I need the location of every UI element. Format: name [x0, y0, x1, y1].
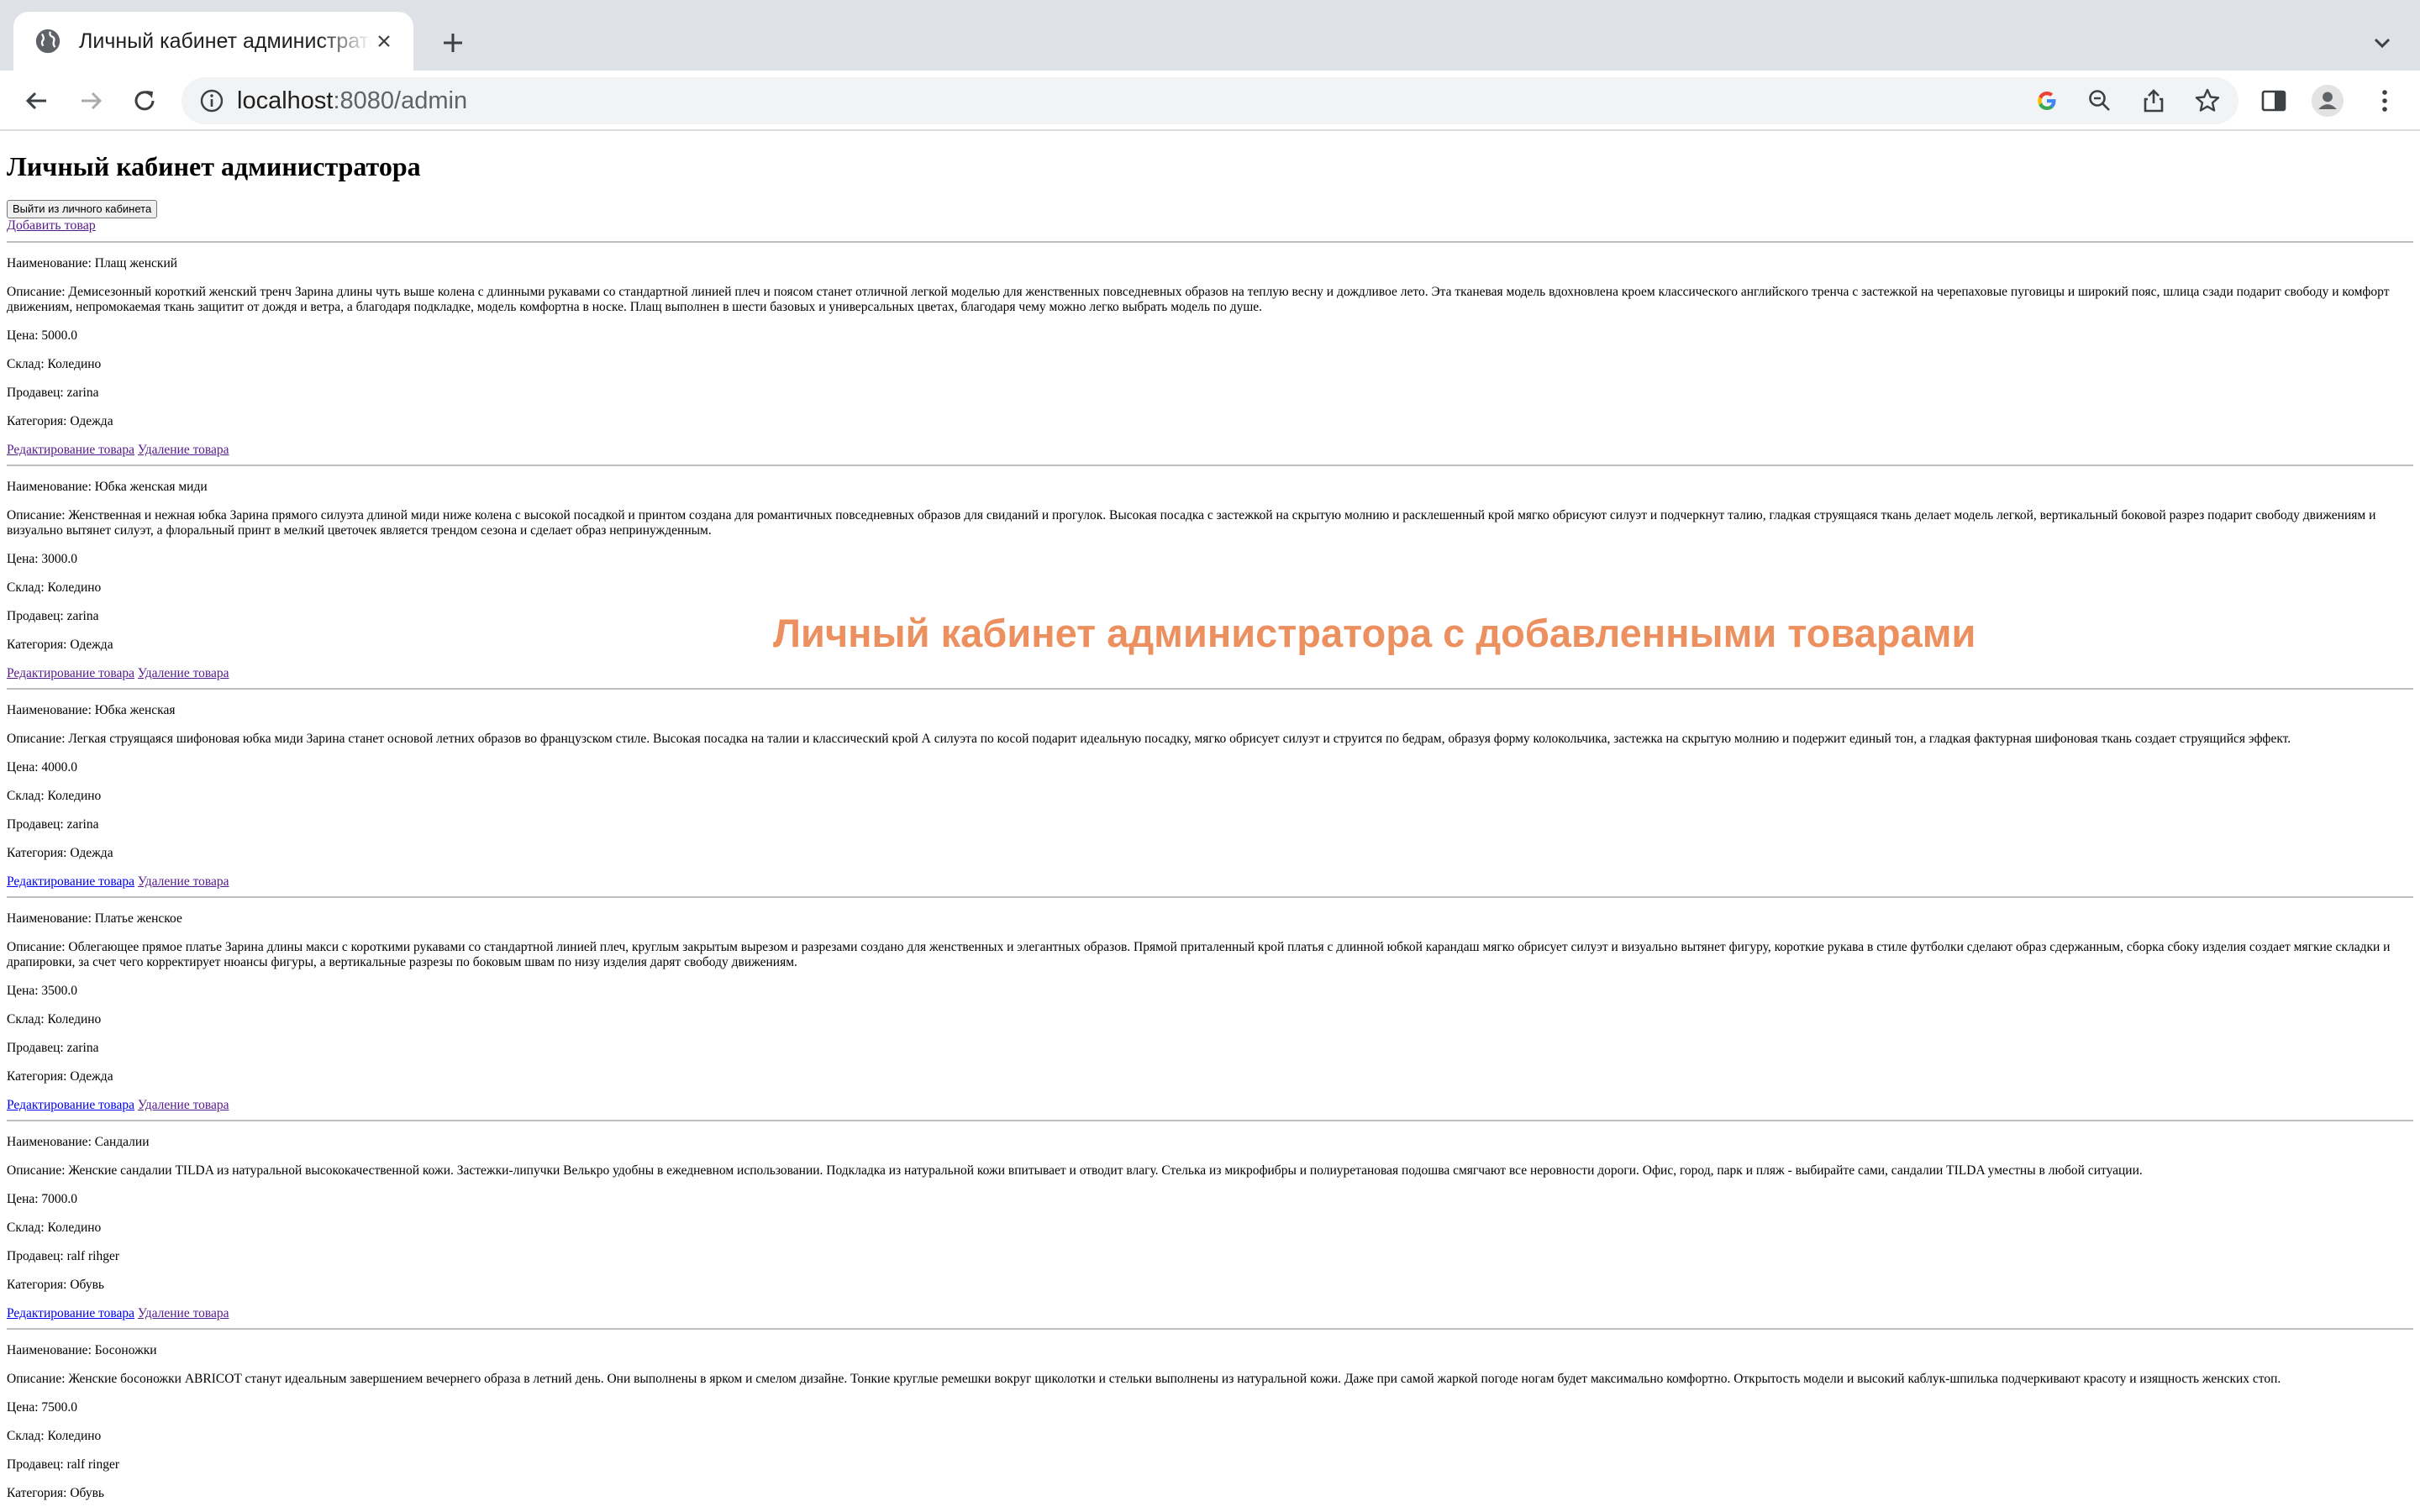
add-product-link[interactable]: Добавить товар	[7, 218, 2413, 234]
logout-button[interactable]: Выйти из личного кабинета	[7, 200, 158, 218]
product-seller: Продавец: ralf ringer	[7, 1457, 119, 1472]
product-divider	[7, 1328, 2413, 1330]
url-text[interactable]: localhost:8080/admin	[237, 77, 467, 124]
back-icon[interactable]	[20, 84, 54, 118]
product-seller: Продавец: zarina	[7, 817, 99, 832]
product-description: Описание: Демисезонный короткий женский …	[7, 285, 2390, 314]
product-price: Цена: 4000.0	[7, 760, 78, 774]
product-seller: Продавец: zarina	[7, 386, 99, 400]
product-divider	[7, 241, 2413, 243]
product-name: Наименование: Юбка женская миди	[7, 480, 208, 494]
edit-product-link[interactable]: Редактирование товара	[7, 1098, 134, 1112]
delete-product-link[interactable]: Удаление товара	[138, 874, 229, 889]
product-description: Описание: Женские сандалии TILDA из нату…	[7, 1163, 2143, 1178]
product-category: Категория: Одежда	[7, 846, 113, 860]
product-warehouse: Склад: Коледино	[7, 357, 102, 371]
info-icon[interactable]	[197, 86, 227, 116]
product-actions: Редактирование товара Удаление товара	[7, 1306, 2413, 1321]
product-name: Наименование: Юбка женская	[7, 703, 176, 717]
product-seller: Продавец: ralf rihger	[7, 1249, 119, 1263]
product-seller: Продавец: zarina	[7, 1041, 99, 1055]
product-divider	[7, 465, 2413, 466]
product-actions: Редактирование товара Удаление товара	[7, 1098, 2413, 1113]
delete-product-link[interactable]: Удаление товара	[138, 666, 229, 680]
product-category: Категория: Одежда	[7, 414, 113, 428]
product-divider	[7, 688, 2413, 690]
delete-product-link[interactable]: Удаление товара	[138, 443, 229, 457]
product-price: Цена: 7000.0	[7, 1192, 78, 1206]
product-category: Категория: Обувь	[7, 1278, 104, 1292]
product-description: Описание: Женственная и нежная юбка Зари…	[7, 508, 2376, 538]
product-price: Цена: 5000.0	[7, 328, 78, 343]
menu-icon[interactable]	[2368, 84, 2402, 118]
close-icon[interactable]	[371, 29, 397, 54]
product-item: Наименование: Сандалии Описание: Женские …	[7, 1135, 2413, 1321]
tab-strip: Личный кабинет администратора	[0, 0, 2420, 71]
product-warehouse: Склад: Коледино	[7, 580, 102, 595]
product-price: Цена: 7500.0	[7, 1400, 78, 1415]
product-name: Наименование: Сандалии	[7, 1135, 150, 1149]
product-item: Наименование: Босоножки Описание: Женские…	[7, 1343, 2413, 1512]
profile-icon[interactable]	[2311, 84, 2344, 118]
globe-icon	[35, 29, 60, 54]
tab-title: Личный кабинет администратора	[79, 29, 371, 53]
product-warehouse: Склад: Коледино	[7, 789, 102, 803]
product-price: Цена: 3500.0	[7, 984, 78, 998]
plus-icon[interactable]	[437, 27, 469, 59]
product-item: Наименование: Юбка женская Описание: Легк…	[7, 703, 2413, 890]
edit-product-link[interactable]: Редактирование товара	[7, 666, 134, 680]
product-name: Наименование: Босоножки	[7, 1343, 157, 1357]
product-description: Описание: Женские босоножки ABRICOT стан…	[7, 1372, 2281, 1386]
reload-icon[interactable]	[128, 84, 161, 118]
product-price: Цена: 3000.0	[7, 552, 78, 566]
product-item: Наименование: Плащ женский Описание: Деми…	[7, 256, 2413, 458]
edit-product-link[interactable]: Редактирование товара	[7, 443, 134, 457]
product-name: Наименование: Плащ женский	[7, 256, 178, 270]
edit-product-link[interactable]: Редактирование товара	[7, 874, 134, 889]
forward-icon	[74, 84, 108, 118]
product-name: Наименование: Платье женское	[7, 911, 182, 926]
product-actions: Редактирование товара Удаление товара	[7, 666, 2413, 681]
url-path: :8080/admin	[333, 87, 468, 114]
product-description: Описание: Облегающее прямое платье Зарин…	[7, 940, 2391, 969]
browser-tab[interactable]: Личный кабинет администратора	[13, 12, 413, 71]
sidebar-icon[interactable]	[2257, 84, 2291, 118]
product-item: Наименование: Платье женское Описание: Об…	[7, 911, 2413, 1113]
google-icon[interactable]	[2032, 86, 2062, 116]
page-title: Личный кабинет администратора	[7, 151, 421, 181]
browser-toolbar: localhost:8080/admin	[0, 71, 2420, 131]
product-actions: Редактирование товара Удаление товара	[7, 874, 2413, 890]
product-divider	[7, 1120, 2413, 1121]
delete-product-link[interactable]: Удаление товара	[138, 1098, 229, 1112]
zoom-out-icon[interactable]	[2085, 86, 2115, 116]
share-icon[interactable]	[2139, 86, 2169, 116]
product-list: Наименование: Плащ женский Описание: Деми…	[7, 241, 2413, 1512]
url-host: localhost	[237, 87, 334, 114]
product-warehouse: Склад: Коледино	[7, 1012, 102, 1026]
product-warehouse: Склад: Коледино	[7, 1221, 102, 1235]
product-divider	[7, 896, 2413, 898]
address-bar[interactable]: localhost:8080/admin	[182, 77, 2238, 124]
product-actions: Редактирование товара Удаление товара	[7, 443, 2413, 458]
chevron-down-icon[interactable]	[2368, 29, 2396, 57]
star-icon[interactable]	[2192, 86, 2223, 116]
product-category: Категория: Обувь	[7, 1486, 104, 1500]
overlay-caption: Личный кабинет администратора с добавлен…	[773, 611, 1976, 655]
product-warehouse: Склад: Коледино	[7, 1429, 102, 1443]
page-body: Личный кабинет администратора Выйти из л…	[7, 131, 2413, 1512]
page-content: Личный кабинет администратора Выйти из л…	[0, 131, 2420, 1512]
product-description: Описание: Легкая струящаяся шифоновая юб…	[7, 732, 2291, 746]
edit-product-link[interactable]: Редактирование товара	[7, 1306, 134, 1320]
delete-product-link[interactable]: Удаление товара	[138, 1306, 229, 1320]
product-category: Категория: Одежда	[7, 1069, 113, 1084]
